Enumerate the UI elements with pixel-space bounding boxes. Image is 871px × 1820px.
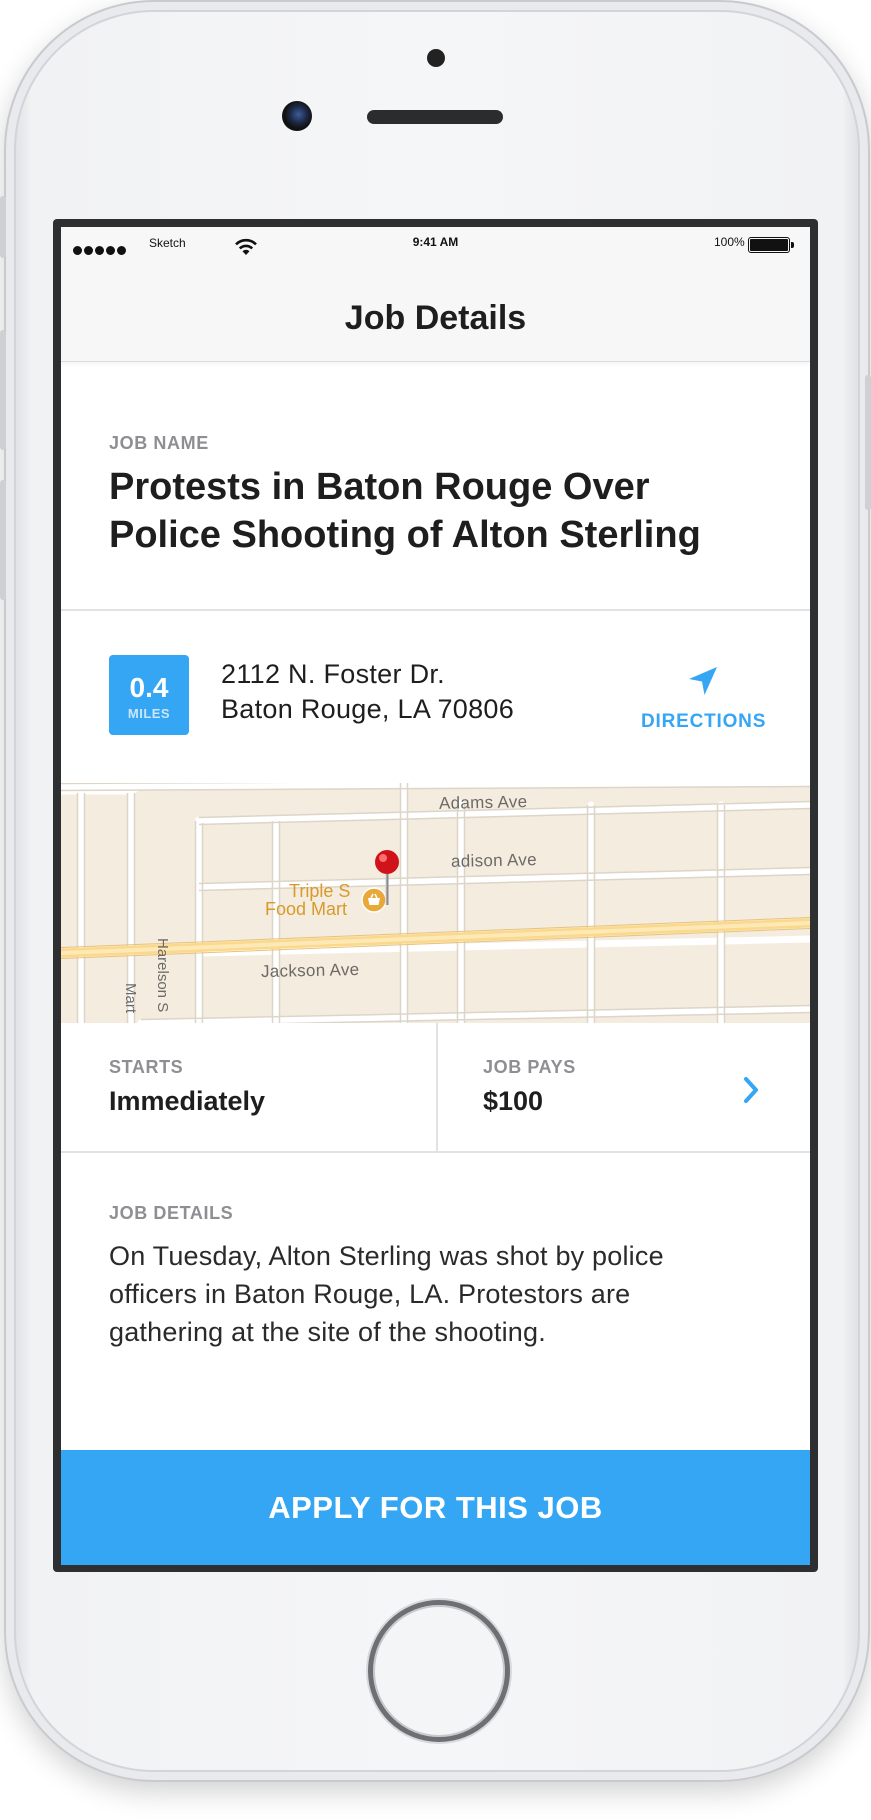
- nav-bar: Job Details: [61, 267, 810, 362]
- page-title: Job Details: [344, 299, 527, 337]
- job-details-label: JOB DETAILS: [109, 1203, 234, 1223]
- job-title: Protests in Baton Rouge Over Police Shoo…: [109, 466, 701, 556]
- job-details-text: On Tuesday, Alton Sterling was shot by p…: [109, 1241, 664, 1347]
- job-pays-label[interactable]: JOB PAYS: [483, 1057, 576, 1078]
- proximity-sensor: [427, 49, 445, 67]
- front-camera: [282, 101, 312, 131]
- job-name-label: JOB NAME: [109, 433, 209, 453]
- map[interactable]: Adams Ave adison Ave Jackson Ave Harelso…: [61, 783, 810, 1023]
- map-label-adams-ave: Adams Ave: [438, 792, 528, 813]
- directions-button[interactable]: DIRECTIONS: [641, 711, 766, 733]
- divider: [61, 1151, 810, 1153]
- power-button: [865, 375, 871, 510]
- status-time: 9:41 AM: [412, 235, 459, 249]
- map-label-madison-ave: adison Ave: [450, 850, 538, 871]
- earpiece-speaker: [367, 110, 503, 124]
- status-bar: Sketch 9:41 AM 100%: [61, 227, 810, 267]
- map-label-harelson-st: Harelson S: [154, 938, 171, 1013]
- distance-value: 0.4: [129, 672, 169, 703]
- divider: [61, 609, 810, 611]
- address-line-2: Baton Rouge, LA 70806: [221, 694, 515, 724]
- map-label-jackson-ave: Jackson Ave: [260, 959, 360, 982]
- home-button[interactable]: [368, 1600, 510, 1742]
- battery-tip: [791, 242, 794, 248]
- map-pin-icon[interactable]: [372, 849, 402, 907]
- starts-value: Immediately: [109, 1086, 266, 1116]
- map-streets: [61, 783, 810, 1023]
- vertical-divider: [436, 1023, 438, 1153]
- poi-label-line-2: Food Mart: [265, 899, 348, 919]
- battery-icon: [748, 237, 790, 253]
- starts-label: STARTS: [109, 1057, 184, 1077]
- job-pays-value[interactable]: $100: [483, 1086, 543, 1117]
- mute-switch: [0, 196, 6, 258]
- chevron-right-icon[interactable]: [741, 1075, 761, 1105]
- map-label-mart: Mart: [122, 983, 139, 1013]
- location-arrow-icon[interactable]: [686, 664, 720, 698]
- battery-percent: 100%: [714, 235, 745, 249]
- volume-down-button: [0, 480, 6, 600]
- address-line-1: 2112 N. Foster Dr.: [221, 659, 445, 689]
- distance-unit: MILES: [127, 706, 171, 721]
- screen: Sketch 9:41 AM 100% Job Details JOB NAME…: [61, 227, 810, 1565]
- apply-button[interactable]: APPLY FOR THIS JOB: [61, 1450, 810, 1565]
- volume-up-button: [0, 330, 6, 450]
- distance-badge: 0.4 MILES: [109, 655, 189, 735]
